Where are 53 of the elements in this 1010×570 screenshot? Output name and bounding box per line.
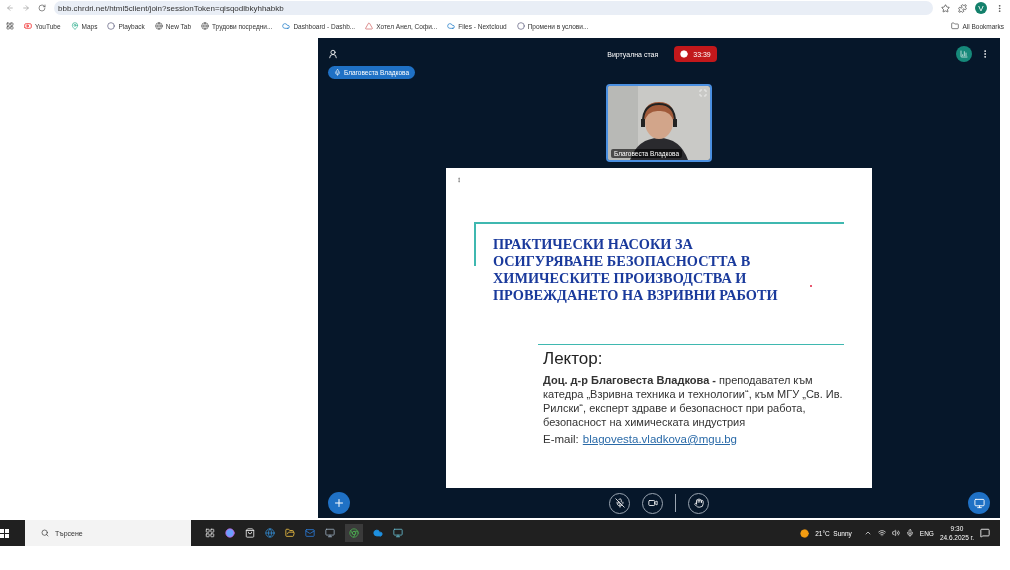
windows-icon[interactable] xyxy=(0,528,9,538)
cloud-icon[interactable] xyxy=(373,528,383,538)
folder-icon[interactable] xyxy=(285,528,295,538)
slide-title-line: ХИМИЧЕСКИТЕ ПРОИЗВОДСТВА И xyxy=(493,270,747,287)
email-label: E-mail: xyxy=(543,433,579,445)
lecturer-label: Лектор: xyxy=(543,349,604,369)
monitor-icon xyxy=(973,497,985,509)
mic-icon[interactable] xyxy=(905,529,914,537)
address-bar[interactable]: bbb.chrdri.net/html5client/join?sessionToken=qisqodlbkyhhabkb xyxy=(54,1,933,15)
slide-title-line: ПРОВЕЖДАНЕТО НА ВЗРИВНИ РАБОТИ xyxy=(493,287,778,304)
star-icon[interactable] xyxy=(941,3,950,13)
mic-off-icon xyxy=(614,498,625,508)
monitor-icon[interactable] xyxy=(393,528,403,538)
puzzle-icon[interactable] xyxy=(958,3,967,13)
lecturer-text: Доц. д-р Благовеста Владкова - преподавател към катедра „Взривна техника и технологии“, към МГУ „Св. Ив. Рилски“, експерт здраве и безопасност при работа, безопасност на химическата индустрия xyxy=(543,373,844,429)
play-icon xyxy=(24,22,32,30)
task-view-icon[interactable] xyxy=(205,528,215,538)
apps-icon[interactable] xyxy=(6,22,14,30)
chevron-up-icon[interactable] xyxy=(863,529,872,537)
browser-icon[interactable] xyxy=(265,528,275,538)
cloud-icon xyxy=(447,22,456,30)
folder-icon xyxy=(951,22,960,30)
store-icon[interactable] xyxy=(245,528,255,538)
menu-icon[interactable] xyxy=(456,176,462,184)
computer-icon[interactable] xyxy=(325,528,335,538)
add-button[interactable] xyxy=(328,492,350,514)
reload-icon[interactable] xyxy=(38,4,46,12)
wifi-icon[interactable] xyxy=(877,529,886,537)
email-link[interactable]: blagovesta.vladkova@mgu.bg xyxy=(582,433,738,445)
screen-share-button[interactable] xyxy=(968,492,990,514)
search-icon xyxy=(41,529,49,537)
signal-icon xyxy=(960,50,968,58)
camera-icon xyxy=(647,498,658,508)
slide-title-line: ОСИГУРЯВАНЕ БЕЗОПАСНОСТТА В xyxy=(493,253,751,270)
globe-icon xyxy=(201,22,209,30)
slide-title-line: ПРАКТИЧЕСКИ НАСОКИ ЗА xyxy=(493,236,693,253)
chrome-icon[interactable] xyxy=(345,524,363,542)
notification-icon[interactable] xyxy=(980,528,990,538)
globe-icon xyxy=(154,22,163,30)
triangle-icon xyxy=(365,22,374,30)
menu-icon[interactable] xyxy=(995,3,1004,13)
users-icon[interactable] xyxy=(328,49,338,59)
sun-icon xyxy=(800,528,810,538)
volume-icon[interactable] xyxy=(891,529,900,537)
pin-icon xyxy=(70,22,79,30)
profile-avatar[interactable]: V xyxy=(975,2,987,14)
circle-icon xyxy=(107,22,116,30)
connection-button[interactable] xyxy=(956,46,972,62)
plus-icon xyxy=(333,497,345,509)
mail-icon[interactable] xyxy=(305,528,315,538)
circle-icon xyxy=(516,22,525,30)
cloud-icon xyxy=(282,22,291,30)
hand-icon xyxy=(693,498,704,508)
